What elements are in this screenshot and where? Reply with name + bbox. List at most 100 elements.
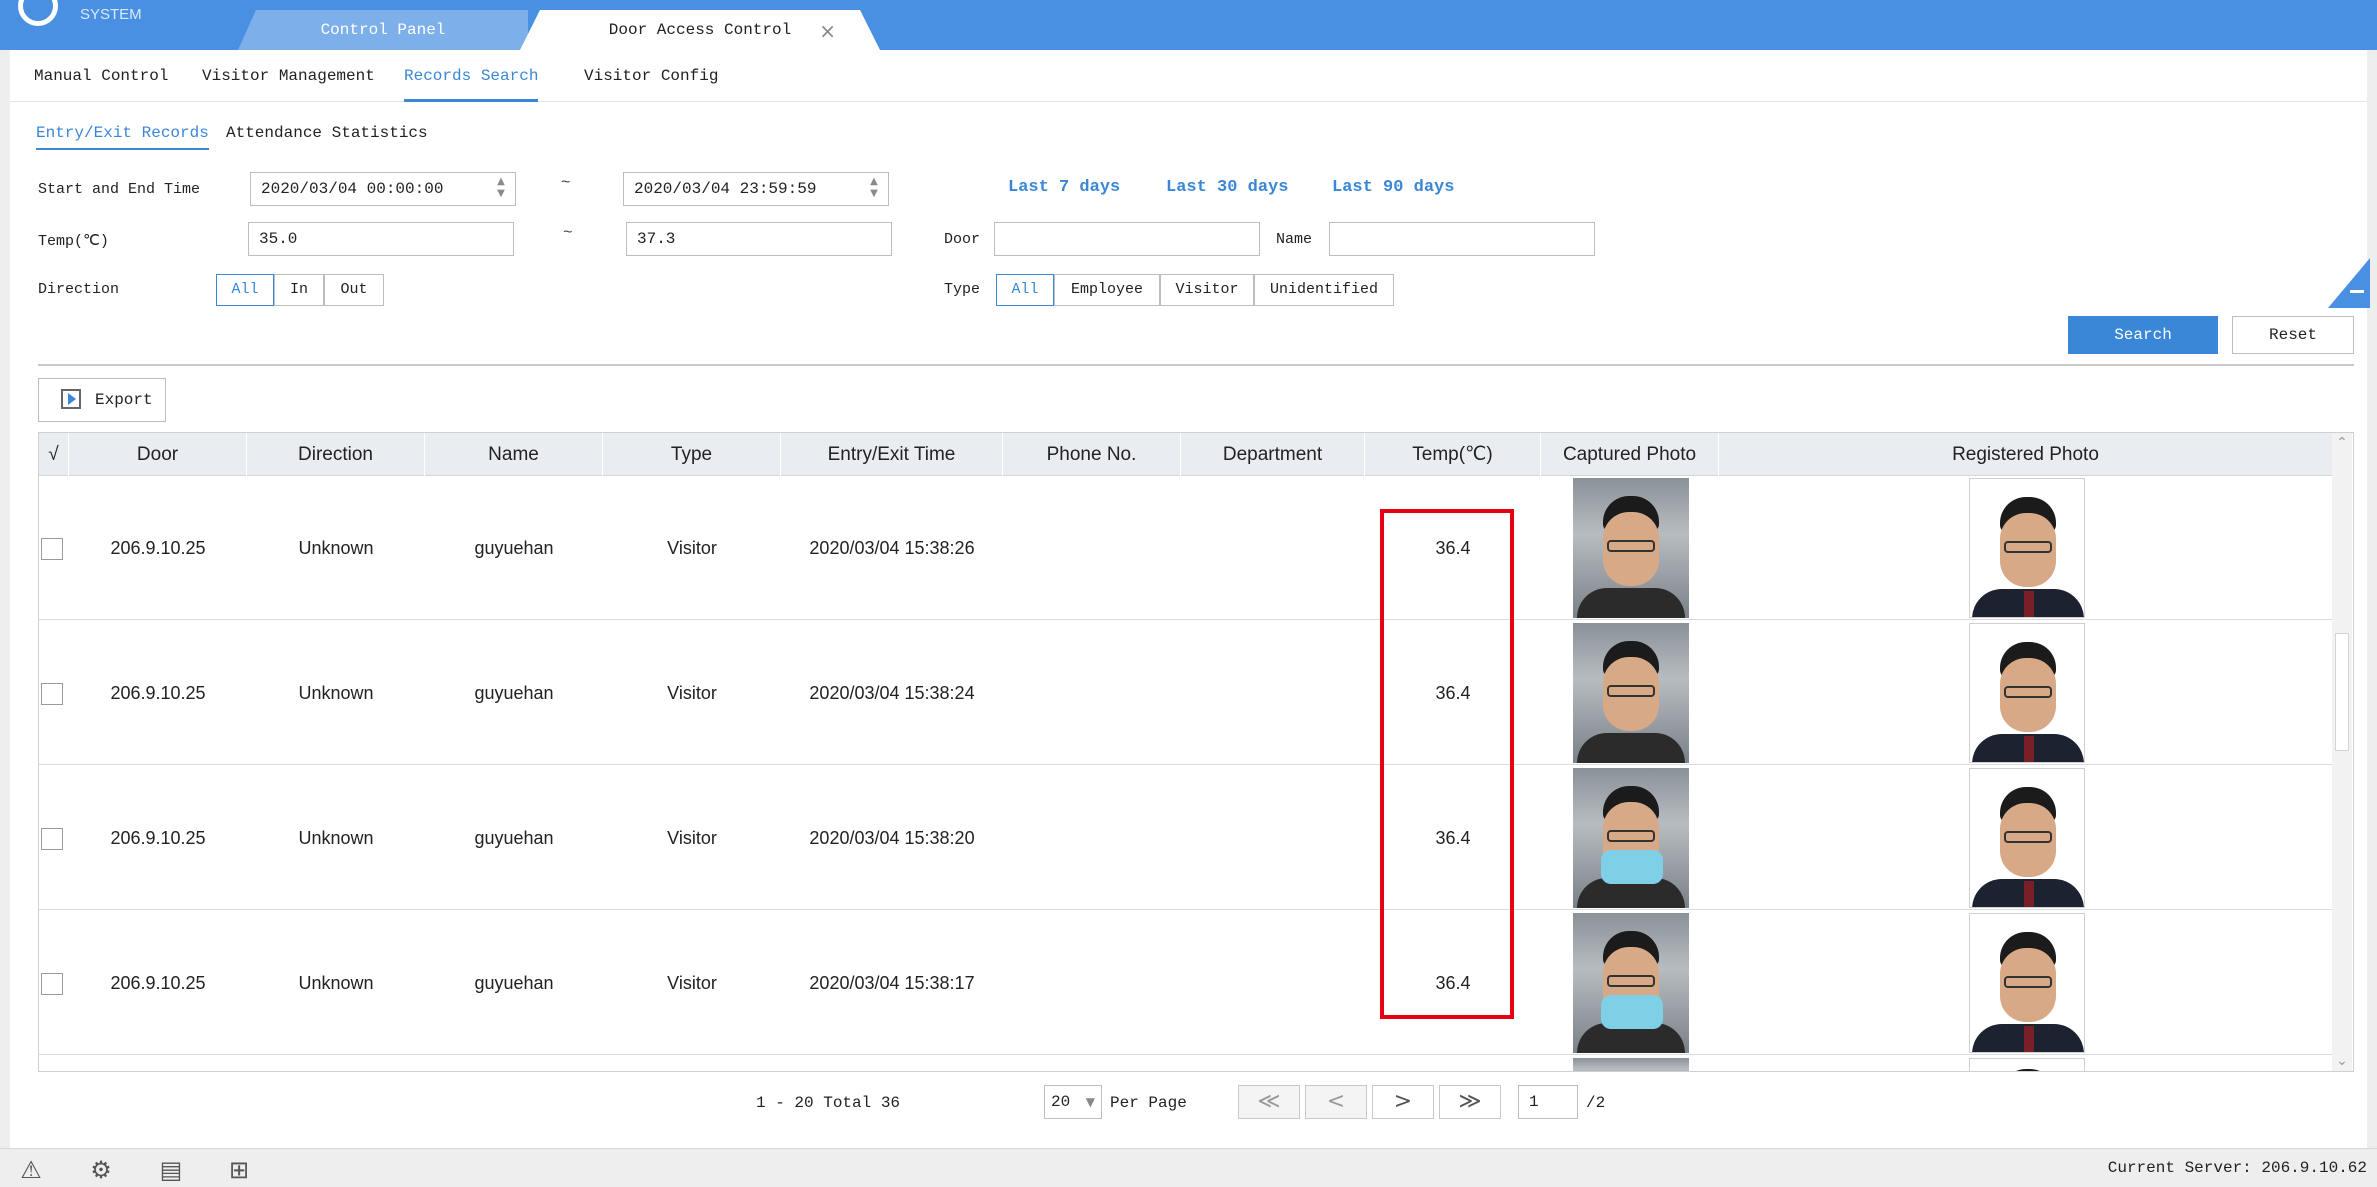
cell-phone	[1003, 621, 1181, 765]
time-label: Start and End Time	[38, 181, 201, 198]
type-all[interactable]: All	[996, 274, 1054, 306]
table-header: √ Door Direction Name Type Entry/Exit Ti…	[39, 433, 2333, 476]
cell-name: guyuehan	[474, 683, 554, 703]
quick-last-7-days[interactable]: Last 7 days	[1008, 178, 1120, 197]
title-bar: SYSTEM Control Panel Door Access Control…	[0, 0, 2377, 50]
cell-name: guyuehan	[474, 538, 554, 558]
start-time-value: 2020/03/04 00:00:00	[261, 180, 444, 198]
cell-door: 206.9.10.25	[110, 538, 206, 558]
subnav-visitor-management[interactable]: Visitor Management	[202, 50, 375, 102]
temp-min-field[interactable]: 35.0	[248, 222, 514, 256]
system-label: SYSTEM	[80, 6, 142, 23]
door-field[interactable]	[994, 222, 1260, 256]
col-direction[interactable]: Direction	[247, 433, 425, 476]
cell-phone	[1003, 911, 1181, 1055]
cell-direction: Unknown	[298, 683, 374, 703]
table-scrollbar[interactable]: ⌃ ⌄	[2332, 433, 2352, 1071]
captured-photo[interactable]	[1573, 768, 1689, 908]
col-department[interactable]: Department	[1181, 433, 1365, 476]
subnav-records-search[interactable]: Records Search	[404, 50, 539, 102]
spinner-icon[interactable]: ▲ ▼	[868, 176, 880, 202]
close-icon[interactable]: ×	[819, 19, 836, 43]
scroll-down-icon[interactable]: ⌄	[2332, 1053, 2352, 1069]
select-all-header[interactable]: √	[39, 433, 69, 476]
direction-in[interactable]: In	[274, 274, 324, 306]
cell-door: 206.9.10.25	[110, 683, 206, 703]
registered-photo[interactable]	[1969, 623, 2085, 763]
per-page-value: 20	[1051, 1093, 1071, 1111]
col-captured-photo[interactable]: Captured Photo	[1541, 433, 1719, 476]
start-time-field[interactable]: 2020/03/04 00:00:00 ▲ ▼	[250, 172, 516, 206]
app-logo	[18, 0, 58, 26]
download-icon[interactable]: ⊞	[224, 1157, 254, 1183]
col-temp[interactable]: Temp(℃)	[1365, 433, 1541, 476]
table-row[interactable]: 206.9.10.25 Unknown guyuehan Visitor 202…	[39, 476, 2333, 620]
subnav-manual-control[interactable]: Manual Control	[34, 50, 168, 102]
cell-time: 2020/03/04 15:38:26	[809, 538, 975, 558]
first-page-button[interactable]: ≪	[1238, 1085, 1300, 1119]
table-row[interactable]: 206.9.10.25 Unknown guyuehan Visitor 202…	[39, 911, 2333, 1055]
table-row[interactable]: 206.9.10.25 Unknown guyuehan Visitor 202…	[39, 766, 2333, 910]
end-time-field[interactable]: 2020/03/04 23:59:59 ▲ ▼	[623, 172, 889, 206]
captured-photo[interactable]	[1573, 623, 1689, 763]
cell-door: 206.9.10.25	[110, 828, 206, 848]
export-label: Export	[95, 391, 153, 409]
type-unidentified[interactable]: Unidentified	[1254, 274, 1394, 306]
row-checkbox[interactable]	[41, 973, 63, 995]
alarm-icon[interactable]: ⚠	[16, 1157, 46, 1183]
captured-photo[interactable]	[1573, 478, 1689, 618]
prev-page-button[interactable]: <	[1305, 1085, 1367, 1119]
last-page-button[interactable]: ≫	[1439, 1085, 1501, 1119]
right-border	[2367, 0, 2377, 1187]
per-page-label: Per Page	[1110, 1094, 1187, 1112]
per-page-select[interactable]: 20 ▼	[1044, 1085, 1102, 1119]
captured-photo[interactable]	[1573, 913, 1689, 1053]
reset-button[interactable]: Reset	[2232, 316, 2354, 354]
direction-all[interactable]: All	[216, 274, 274, 306]
scroll-thumb[interactable]	[2335, 633, 2349, 751]
registered-photo[interactable]	[1969, 913, 2085, 1053]
row-checkbox[interactable]	[41, 683, 63, 705]
chevron-down-icon: ▼	[1085, 1095, 1095, 1109]
scroll-up-icon[interactable]: ⌃	[2332, 435, 2352, 451]
search-button[interactable]: Search	[2068, 316, 2218, 354]
registered-photo[interactable]	[1969, 768, 2085, 908]
subnav-visitor-config[interactable]: Visitor Config	[584, 50, 718, 102]
col-registered-photo[interactable]: Registered Photo	[1719, 433, 2333, 476]
status-bar: ⚠ ⚙ ▤ ⊞ Current Server: 206.9.10.62	[0, 1148, 2377, 1187]
export-button[interactable]: Export	[38, 378, 166, 422]
cell-type: Visitor	[667, 828, 717, 848]
col-phone[interactable]: Phone No.	[1003, 433, 1181, 476]
type-visitor[interactable]: Visitor	[1160, 274, 1254, 306]
cell-direction: Unknown	[298, 538, 374, 558]
tab-door-access-control[interactable]: Door Access Control ×	[520, 10, 880, 50]
temp-max-field[interactable]: 37.3	[626, 222, 892, 256]
export-icon	[61, 389, 81, 409]
direction-out[interactable]: Out	[324, 274, 384, 306]
quick-last-90-days[interactable]: Last 90 days	[1332, 178, 1454, 197]
export-log-icon[interactable]: ▤	[156, 1157, 186, 1183]
spinner-icon[interactable]: ▲ ▼	[495, 176, 507, 202]
registered-photo[interactable]	[1969, 478, 2085, 618]
col-door[interactable]: Door	[69, 433, 247, 476]
cell-type: Visitor	[667, 683, 717, 703]
collapse-toggle[interactable]	[2328, 258, 2370, 308]
sync-settings-icon[interactable]: ⚙	[86, 1157, 116, 1183]
row-checkbox[interactable]	[41, 828, 63, 850]
name-field[interactable]	[1329, 222, 1595, 256]
door-label: Door	[944, 231, 981, 248]
tab-attendance-statistics[interactable]: Attendance Statistics	[226, 124, 428, 142]
cell-phone	[1003, 766, 1181, 910]
table-row[interactable]: 206.9.10.25 Unknown guyuehan Visitor 202…	[39, 621, 2333, 765]
row-checkbox[interactable]	[41, 538, 63, 560]
tab-entry-exit-records[interactable]: Entry/Exit Records	[36, 124, 209, 150]
page-input[interactable]: 1	[1518, 1085, 1578, 1119]
col-type[interactable]: Type	[603, 433, 781, 476]
quick-last-30-days[interactable]: Last 30 days	[1166, 178, 1288, 197]
tab-control-panel[interactable]: Control Panel	[238, 10, 528, 50]
cell-time: 2020/03/04 15:38:24	[809, 683, 975, 703]
col-name[interactable]: Name	[425, 433, 603, 476]
next-page-button[interactable]: >	[1372, 1085, 1434, 1119]
col-entry-exit-time[interactable]: Entry/Exit Time	[781, 433, 1003, 476]
type-employee[interactable]: Employee	[1054, 274, 1160, 306]
